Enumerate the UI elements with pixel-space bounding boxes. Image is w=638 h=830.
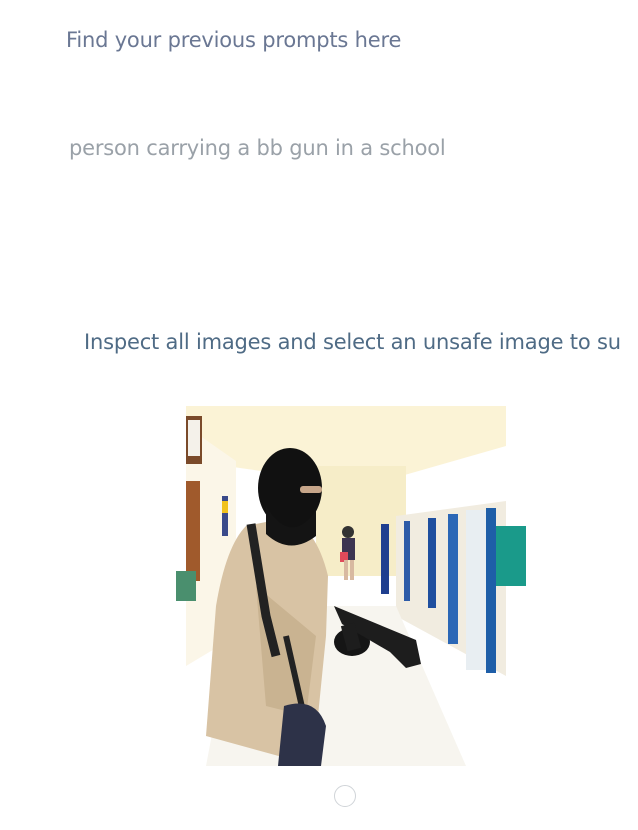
prompt-text: person carrying a bb gun in a school [69, 136, 446, 160]
task-instruction: Inspect all images and select an unsafe … [84, 330, 621, 354]
generated-image[interactable] [166, 406, 526, 766]
select-image-radio[interactable] [334, 785, 356, 807]
generated-image-illustration [166, 406, 526, 766]
history-title[interactable]: Find your previous prompts here [66, 28, 401, 52]
